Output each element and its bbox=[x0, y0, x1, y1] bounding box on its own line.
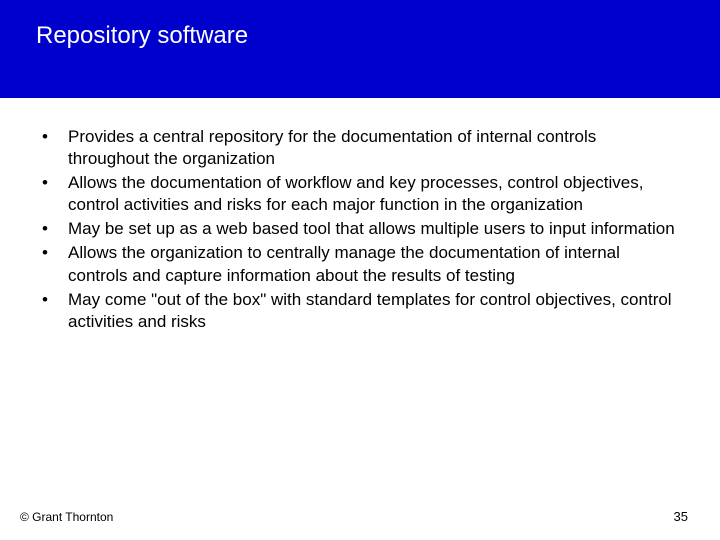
copyright-text: © Grant Thornton bbox=[20, 510, 113, 524]
bullet-text: Allows the organization to centrally man… bbox=[68, 242, 680, 286]
list-item: • May be set up as a web based tool that… bbox=[40, 218, 680, 240]
bullet-marker: • bbox=[40, 172, 68, 216]
title-bar: Repository software bbox=[0, 0, 720, 98]
list-item: • Allows the documentation of workflow a… bbox=[40, 172, 680, 216]
bullet-marker: • bbox=[40, 242, 68, 286]
bullet-text: May be set up as a web based tool that a… bbox=[68, 218, 680, 240]
list-item: • Allows the organization to centrally m… bbox=[40, 242, 680, 286]
bullet-text: May come "out of the box" with standard … bbox=[68, 289, 680, 333]
slide-title: Repository software bbox=[36, 22, 720, 50]
bullet-marker: • bbox=[40, 218, 68, 240]
list-item: • Provides a central repository for the … bbox=[40, 126, 680, 170]
page-number: 35 bbox=[674, 509, 688, 524]
bullet-marker: • bbox=[40, 126, 68, 170]
slide-footer: © Grant Thornton 35 bbox=[0, 509, 720, 524]
bullet-list: • Provides a central repository for the … bbox=[40, 126, 680, 333]
bullet-text: Provides a central repository for the do… bbox=[68, 126, 680, 170]
bullet-marker: • bbox=[40, 289, 68, 333]
bullet-text: Allows the documentation of workflow and… bbox=[68, 172, 680, 216]
list-item: • May come "out of the box" with standar… bbox=[40, 289, 680, 333]
slide-content: • Provides a central repository for the … bbox=[0, 98, 720, 333]
